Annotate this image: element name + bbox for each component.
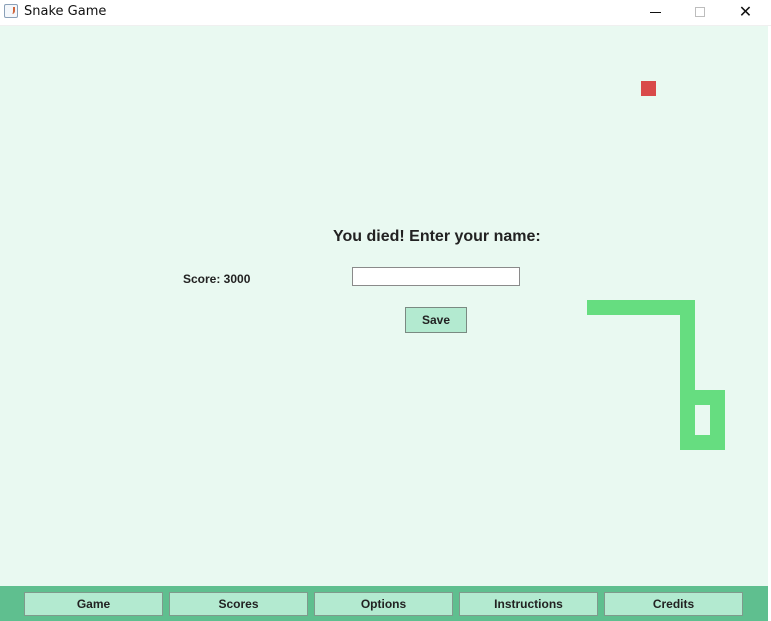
snake-segment	[680, 300, 695, 450]
nav-game-button[interactable]: Game	[24, 592, 163, 616]
nav-instructions-button[interactable]: Instructions	[459, 592, 598, 616]
snake-segment	[587, 300, 695, 315]
title-bar: Snake Game ✕	[0, 0, 771, 26]
food	[641, 81, 656, 96]
name-input[interactable]	[352, 267, 520, 286]
save-button[interactable]: Save	[405, 307, 467, 333]
maximize-button	[678, 0, 723, 25]
game-area: You died! Enter your name: Score: 3000 S…	[0, 26, 768, 586]
close-icon: ✕	[738, 2, 753, 21]
java-app-icon	[4, 4, 18, 18]
nav-credits-button[interactable]: Credits	[604, 592, 743, 616]
death-message: You died! Enter your name:	[333, 228, 541, 245]
score-label: Score: 3000	[183, 272, 251, 286]
bottom-nav-bar: Game Scores Options Instructions Credits	[0, 586, 768, 621]
window-title: Snake Game	[24, 4, 107, 19]
maximize-icon	[695, 7, 705, 17]
nav-scores-button[interactable]: Scores	[169, 592, 308, 616]
snake-segment	[680, 435, 725, 450]
minimize-button[interactable]	[633, 0, 678, 25]
nav-options-button[interactable]: Options	[314, 592, 453, 616]
close-button[interactable]: ✕	[723, 0, 768, 25]
minimize-icon	[650, 12, 661, 13]
